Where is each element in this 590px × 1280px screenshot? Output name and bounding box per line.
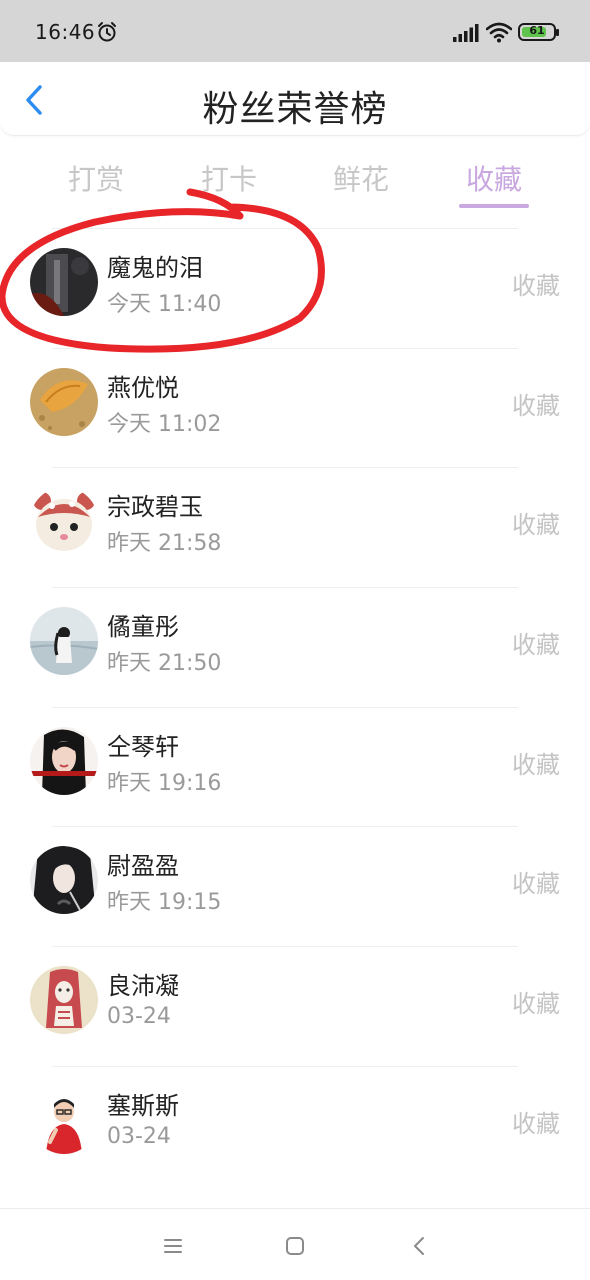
home-button[interactable] bbox=[280, 1231, 310, 1261]
fan-action-label: 收藏 bbox=[512, 511, 560, 540]
menu-button[interactable] bbox=[158, 1231, 188, 1261]
fan-action-label: 收藏 bbox=[512, 1109, 560, 1138]
fan-name: 魔鬼的泪 bbox=[107, 254, 203, 282]
fan-action-label: 收藏 bbox=[512, 990, 560, 1019]
fan-time: 03-24 bbox=[107, 1004, 171, 1030]
divider bbox=[52, 706, 518, 708]
fan-action-label: 收藏 bbox=[512, 750, 560, 779]
fan-name: 宗政碧玉 bbox=[107, 493, 203, 522]
divider bbox=[52, 347, 518, 349]
back-nav-button[interactable] bbox=[404, 1231, 434, 1261]
avatar[interactable] bbox=[30, 248, 98, 316]
list-item[interactable]: 仝琴轩 昨天 19:16 收藏 bbox=[0, 706, 590, 827]
list-item[interactable]: 僪童彤 昨天 21:50 收藏 bbox=[0, 587, 590, 707]
system-nav-bar bbox=[0, 1208, 590, 1280]
tab-label: 打卡 bbox=[200, 163, 257, 196]
tab-active-indicator bbox=[459, 204, 529, 208]
tab-bar: 打赏 打卡 鲜花 收藏 bbox=[0, 150, 590, 210]
fan-time: 03-24 bbox=[107, 1123, 171, 1149]
page-title: 粉丝荣誉榜 bbox=[202, 89, 388, 130]
fan-time: 今天 11:40 bbox=[107, 292, 222, 317]
list-item[interactable]: 良沛凝 03-24 收藏 bbox=[0, 946, 590, 1066]
fan-name: 仝琴轩 bbox=[107, 732, 179, 761]
tab-checkin[interactable]: 打卡 bbox=[194, 158, 264, 198]
fan-name: 塞斯斯 bbox=[107, 1091, 179, 1120]
menu-icon bbox=[164, 1239, 182, 1253]
fan-name: 燕优悦 bbox=[107, 373, 179, 402]
fan-action-label: 收藏 bbox=[512, 631, 560, 660]
avatar[interactable] bbox=[30, 1085, 98, 1154]
tab-reward[interactable]: 打赏 bbox=[61, 158, 131, 198]
tab-label: 收藏 bbox=[465, 163, 522, 196]
divider bbox=[52, 1065, 518, 1067]
list-item[interactable]: 尉盈盈 昨天 19:15 收藏 bbox=[0, 826, 590, 946]
back-triangle-icon bbox=[414, 1237, 424, 1255]
tab-label: 鲜花 bbox=[332, 163, 389, 196]
fan-time: 昨天 21:50 bbox=[107, 651, 222, 677]
list-item[interactable]: 宗政碧玉 昨天 21:58 收藏 bbox=[0, 467, 590, 587]
avatar[interactable] bbox=[30, 726, 98, 795]
fan-time: 昨天 19:15 bbox=[107, 890, 222, 916]
divider bbox=[52, 826, 518, 828]
battery-level: 61 bbox=[529, 24, 545, 37]
home-square-icon bbox=[286, 1237, 304, 1255]
alarm-icon bbox=[98, 22, 116, 42]
fan-name: 尉盈盈 bbox=[107, 852, 179, 881]
fan-action-label: 收藏 bbox=[512, 272, 560, 300]
header-bar: 粉丝荣誉榜 bbox=[0, 62, 590, 136]
status-time: 16:46 bbox=[35, 20, 96, 44]
avatar[interactable] bbox=[30, 367, 98, 436]
fan-action-label: 收藏 bbox=[512, 870, 560, 899]
list-item[interactable]: 魔鬼的泪 今天 11:40 收藏 bbox=[0, 228, 590, 348]
fan-name: 良沛凝 bbox=[107, 972, 179, 1001]
status-bar: 16:46 61 bbox=[0, 0, 590, 62]
fan-time: 昨天 19:16 bbox=[107, 770, 222, 796]
wifi-icon bbox=[486, 22, 512, 43]
fan-time: 昨天 21:58 bbox=[107, 531, 222, 557]
avatar[interactable] bbox=[30, 487, 98, 556]
divider bbox=[52, 587, 518, 589]
tab-label: 打赏 bbox=[67, 163, 124, 196]
list-item[interactable]: 燕优悦 今天 11:02 收藏 bbox=[0, 347, 590, 468]
divider bbox=[52, 946, 518, 948]
divider bbox=[52, 228, 518, 229]
avatar[interactable] bbox=[30, 966, 98, 1035]
avatar[interactable] bbox=[30, 607, 98, 676]
tab-flowers[interactable]: 鲜花 bbox=[326, 158, 396, 198]
battery-icon: 61 bbox=[518, 23, 559, 41]
fan-list: 魔鬼的泪 今天 11:40 收藏 燕优悦 今天 11:02 收藏 宗政碧玉 昨天… bbox=[0, 228, 590, 1186]
fan-name: 僪童彤 bbox=[107, 613, 179, 642]
divider bbox=[52, 467, 518, 469]
fan-time: 今天 11:02 bbox=[107, 411, 222, 437]
battery-cap bbox=[556, 29, 559, 36]
fan-action-label: 收藏 bbox=[512, 391, 560, 420]
tab-favorites[interactable]: 收藏 bbox=[459, 158, 529, 208]
list-item[interactable]: 塞斯斯 03-24 收藏 bbox=[0, 1065, 590, 1186]
signal-icon bbox=[453, 24, 479, 42]
avatar[interactable] bbox=[30, 846, 98, 915]
